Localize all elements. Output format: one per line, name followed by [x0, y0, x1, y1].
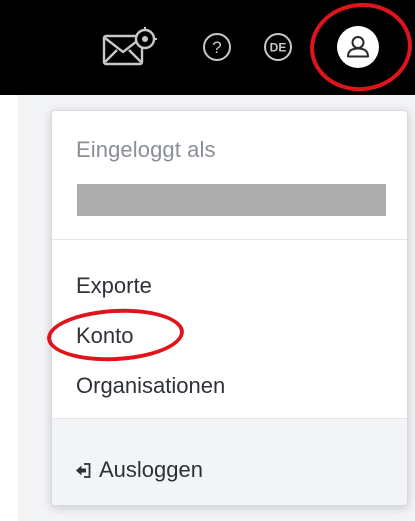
menu-item-exporte[interactable]: Exporte — [76, 273, 152, 299]
logout-label: Ausloggen — [99, 457, 203, 482]
background-strip — [0, 95, 18, 521]
user-icon — [347, 36, 369, 58]
account-dropdown-menu: Eingeloggt als Exporte Konto Organisatio… — [51, 110, 408, 506]
mail-settings-icon[interactable] — [101, 26, 157, 70]
logout-button[interactable]: Ausloggen — [75, 457, 203, 483]
redacted-username — [77, 184, 386, 216]
top-bar: ? DE — [0, 0, 415, 95]
menu-item-organisationen[interactable]: Organisationen — [76, 373, 225, 399]
menu-divider — [52, 239, 407, 240]
logout-section: Ausloggen — [52, 419, 407, 505]
page: ? DE Eingeloggt als Exporte Konto Organi… — [0, 0, 415, 521]
menu-item-konto[interactable]: Konto — [76, 323, 134, 349]
logged-in-label: Eingeloggt als — [76, 137, 216, 162]
help-icon[interactable]: ? — [201, 31, 233, 63]
language-code: DE — [270, 41, 287, 55]
account-menu-button[interactable] — [337, 26, 379, 68]
logout-icon — [76, 462, 91, 478]
svg-text:?: ? — [212, 38, 221, 57]
language-icon[interactable]: DE — [262, 31, 294, 63]
